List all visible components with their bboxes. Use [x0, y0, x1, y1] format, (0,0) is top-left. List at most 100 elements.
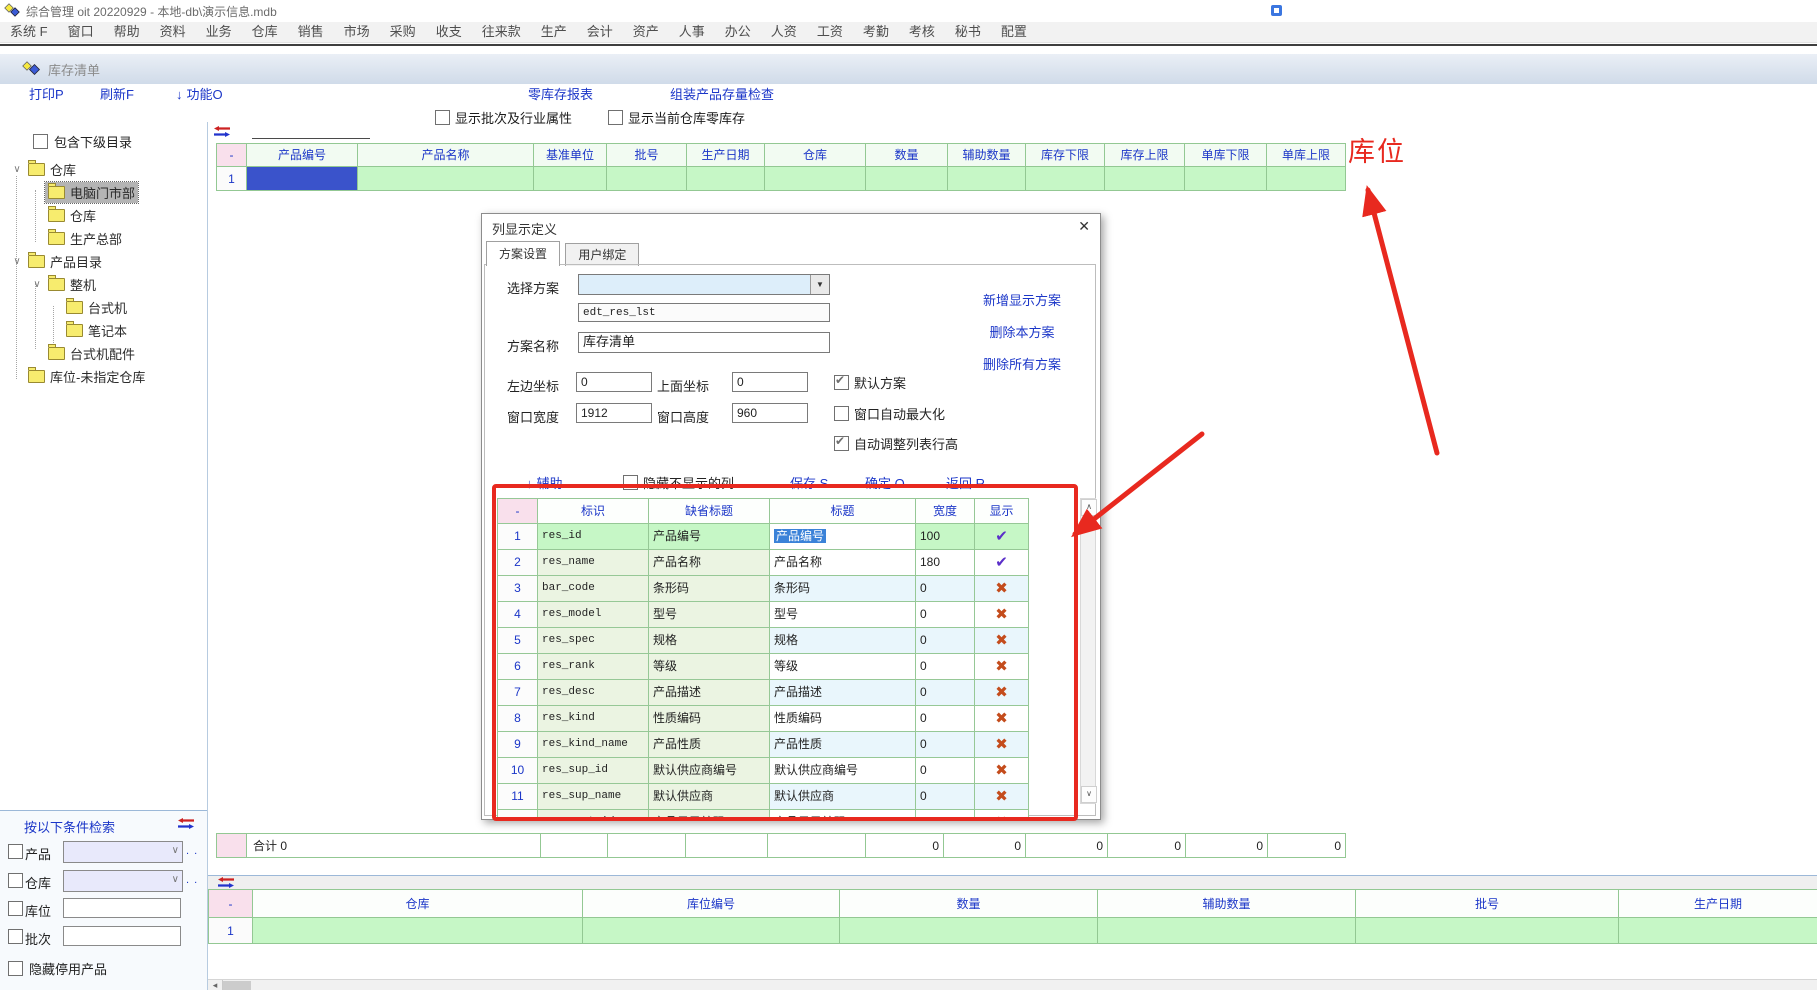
inventory-column-header[interactable]: 产品名称	[358, 144, 534, 167]
inventory-column-header[interactable]: 批号	[607, 144, 687, 167]
default-title-cell[interactable]: 条形码	[649, 576, 770, 602]
column-grid-header-cell[interactable]: -	[498, 499, 538, 524]
plan-action-link[interactable]: 新增显示方案	[962, 294, 1082, 308]
location-cell[interactable]	[583, 918, 840, 944]
width-cell[interactable]: 0	[916, 758, 975, 784]
tree-expander-icon[interactable]: ∨	[9, 256, 25, 267]
swap-columns-icon[interactable]	[218, 877, 234, 888]
inventory-column-header[interactable]: 库存上限	[1105, 144, 1185, 167]
tree-item[interactable]: 库位-未指定仓库	[0, 365, 205, 388]
menu-item[interactable]: 配置	[991, 22, 1037, 42]
column-grid-header-cell[interactable]: 缺省标题	[649, 499, 770, 524]
inventory-cell[interactable]	[1105, 167, 1185, 191]
tree-item[interactable]: 台式机配件	[0, 342, 205, 365]
width-cell[interactable]: 0	[916, 784, 975, 810]
location-cell[interactable]: 1	[209, 918, 253, 944]
inventory-cell[interactable]	[534, 167, 607, 191]
zero-stock-report-link[interactable]: 零库存报表	[528, 84, 593, 106]
menu-item[interactable]: 生产	[531, 22, 577, 42]
location-cell[interactable]	[253, 918, 583, 944]
tab-user-binding[interactable]: 用户绑定	[565, 243, 639, 266]
field-id-cell[interactable]: res_id	[538, 524, 649, 550]
auto-row-height-checkbox[interactable]	[834, 436, 849, 451]
visible-cell[interactable]: ✖	[975, 784, 1029, 810]
warehouse-more-button[interactable]: . .	[186, 874, 198, 886]
location-column-header[interactable]: 仓库	[253, 890, 583, 918]
title-cell[interactable]: 条形码	[770, 576, 916, 602]
field-id-cell[interactable]: res_sup_id	[538, 758, 649, 784]
menu-item[interactable]: 业务	[196, 22, 242, 42]
row-number-cell[interactable]: 2	[498, 550, 538, 576]
product-more-button[interactable]: . .	[186, 845, 198, 857]
inventory-cell[interactable]	[765, 167, 866, 191]
inventory-cell[interactable]	[247, 167, 358, 191]
column-grid-header-cell[interactable]: 标题	[770, 499, 916, 524]
field-id-cell[interactable]: res_sort_id	[538, 810, 649, 820]
row-number-cell[interactable]: 3	[498, 576, 538, 602]
visible-cell[interactable]: ✖	[975, 654, 1029, 680]
aux-button[interactable]: ↓辅助	[526, 473, 563, 492]
tree-item[interactable]: 仓库	[0, 204, 205, 227]
tray-app-icon[interactable]	[1271, 5, 1282, 16]
location-cell[interactable]	[1619, 918, 1817, 944]
save-button[interactable]: 保存 S	[790, 473, 828, 492]
inventory-cell[interactable]	[1185, 167, 1267, 191]
ok-button[interactable]: 确定 O	[865, 473, 905, 492]
location-checkbox[interactable]	[8, 901, 23, 916]
default-title-cell[interactable]: 型号	[649, 602, 770, 628]
close-icon[interactable]: ✕	[1078, 218, 1090, 235]
menu-item[interactable]: 秘书	[945, 22, 991, 42]
left-coord-input[interactable]: 0	[576, 372, 652, 392]
menu-item[interactable]: 采购	[380, 22, 426, 42]
visible-cell[interactable]: ✖	[975, 810, 1029, 820]
location-input[interactable]	[63, 898, 181, 918]
print-button[interactable]: 打印P	[29, 84, 64, 106]
row-number-cell[interactable]: 8	[498, 706, 538, 732]
default-title-cell[interactable]: 默认供应商	[649, 784, 770, 810]
menu-item[interactable]: 销售	[288, 22, 334, 42]
warehouse-checkbox[interactable]	[8, 873, 23, 888]
title-cell[interactable]: 产品编号	[770, 524, 916, 550]
product-combo[interactable]: ∨	[63, 841, 183, 863]
field-id-cell[interactable]: bar_code	[538, 576, 649, 602]
inventory-cell[interactable]	[607, 167, 687, 191]
field-id-cell[interactable]: res_model	[538, 602, 649, 628]
menu-item[interactable]: 工资	[807, 22, 853, 42]
menu-item[interactable]: 人资	[761, 22, 807, 42]
menu-item[interactable]: 考核	[899, 22, 945, 42]
refresh-button[interactable]: 刷新F	[100, 84, 134, 106]
quick-filter-input[interactable]	[252, 122, 370, 139]
width-cell[interactable]: 180	[916, 550, 975, 576]
include-sub-checkbox[interactable]	[33, 134, 48, 149]
row-number-cell[interactable]: 9	[498, 732, 538, 758]
tree-item[interactable]: ∨ 仓库	[0, 158, 205, 181]
auto-maximize-checkbox[interactable]	[834, 406, 849, 421]
field-id-cell[interactable]: res_sup_name	[538, 784, 649, 810]
grid-vertical-scrollbar[interactable]: ∧ ∨	[1080, 498, 1096, 804]
inventory-cell[interactable]	[1267, 167, 1346, 191]
dropdown-arrow-icon[interactable]: ▼	[810, 275, 829, 294]
dialog-titlebar[interactable]: 列显示定义 ✕	[482, 214, 1100, 240]
panel-splitter[interactable]	[207, 122, 208, 990]
inventory-cell[interactable]	[687, 167, 765, 191]
location-column-header[interactable]: -	[209, 890, 253, 918]
location-column-header[interactable]: 库位编号	[583, 890, 840, 918]
menu-item[interactable]: 人事	[669, 22, 715, 42]
batch-input[interactable]	[63, 926, 181, 946]
menu-item[interactable]: 资产	[623, 22, 669, 42]
visible-cell[interactable]: ✖	[975, 576, 1029, 602]
visible-cell[interactable]: ✖	[975, 602, 1029, 628]
tree-item[interactable]: 生产总部	[0, 227, 205, 250]
column-grid-header-cell[interactable]: 宽度	[916, 499, 975, 524]
location-cell[interactable]	[1098, 918, 1356, 944]
inventory-column-header[interactable]: 生产日期	[687, 144, 765, 167]
plan-action-link[interactable]: 删除本方案	[962, 326, 1082, 340]
inventory-cell[interactable]: 1	[217, 167, 247, 191]
product-checkbox[interactable]	[8, 844, 23, 859]
width-cell[interactable]: 0	[916, 680, 975, 706]
visible-cell[interactable]: ✖	[975, 680, 1029, 706]
row-number-cell[interactable]: 11	[498, 784, 538, 810]
title-cell[interactable]: 默认供应商	[770, 784, 916, 810]
swap-columns-icon[interactable]	[178, 818, 194, 829]
tree-item[interactable]: 台式机	[0, 296, 205, 319]
